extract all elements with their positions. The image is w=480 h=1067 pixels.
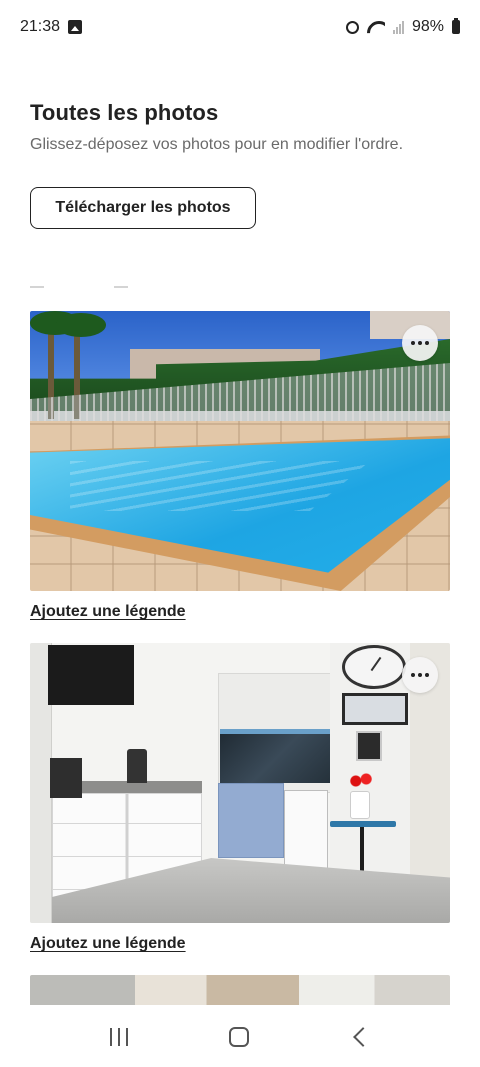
home-icon[interactable]: [228, 1027, 249, 1047]
photo-options-button[interactable]: [402, 657, 438, 693]
kitchen-photo[interactable]: [30, 643, 450, 923]
back-icon[interactable]: [352, 1027, 373, 1047]
upload-photos-button[interactable]: Télécharger les photos: [30, 187, 256, 229]
more-dot-icon: [425, 673, 429, 677]
more-dot-icon: [425, 341, 429, 345]
status-left: 21:38: [20, 18, 83, 36]
drag-area-divider: [30, 286, 128, 288]
signal-icon: [392, 20, 404, 34]
pool-photo[interactable]: [30, 311, 450, 591]
wifi-icon: [367, 20, 385, 34]
photo-card[interactable]: [30, 975, 450, 1007]
system-nav-bar: [0, 1007, 480, 1067]
third-photo[interactable]: [30, 975, 450, 1007]
gallery-notification-icon: [68, 20, 83, 34]
page-title: Toutes les photos: [30, 100, 219, 125]
battery-icon: [452, 18, 460, 34]
more-dot-icon: [418, 673, 422, 677]
page-header: Toutes les photos Glissez-déposez vos ph…: [30, 100, 460, 154]
more-dot-icon: [411, 341, 415, 345]
alarm-icon: [345, 20, 359, 34]
recents-icon[interactable]: [110, 1028, 129, 1046]
page-subtitle: Glissez-déposez vos photos pour en modif…: [30, 136, 404, 153]
add-caption-link[interactable]: Ajoutez une légende: [30, 603, 450, 621]
more-dot-icon: [411, 673, 415, 677]
photo-card[interactable]: Ajoutez une légende: [30, 643, 450, 953]
status-bar: 21:38 98%: [0, 0, 480, 54]
photo-options-button[interactable]: [402, 325, 438, 361]
add-caption-link[interactable]: Ajoutez une légende: [30, 935, 450, 953]
status-right: 98%: [345, 18, 460, 36]
status-time: 21:38: [20, 18, 61, 35]
more-dot-icon: [418, 341, 422, 345]
photo-card[interactable]: Ajoutez une légende: [30, 311, 450, 621]
battery-percent: 98%: [411, 18, 444, 35]
